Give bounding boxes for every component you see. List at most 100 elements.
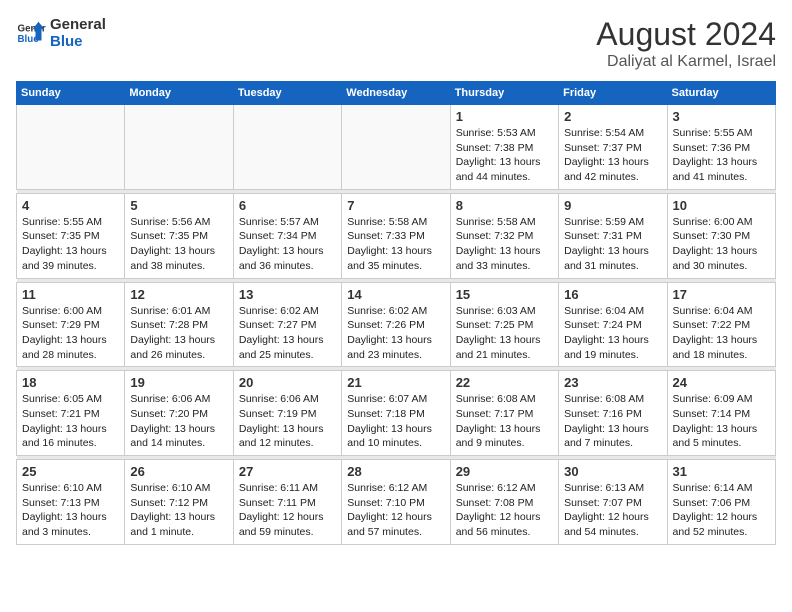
calendar-cell: 31 Sunrise: 6:14 AM Sunset: 7:06 PM Dayli… [667,460,775,545]
calendar-week-3: 11Sunrise: 6:00 AM Sunset: 7:29 PM Dayli… [17,282,776,367]
day-number: 12 [130,287,227,302]
calendar-cell: 23 Sunrise: 6:08 AM Sunset: 7:16 PM Dayli… [559,371,667,456]
calendar-cell: 24Sunrise: 6:09 AM Sunset: 7:14 PM Dayli… [667,371,775,456]
calendar-cell: 19 Sunrise: 6:06 AM Sunset: 7:20 PM Dayli… [125,371,233,456]
day-number: 21 [347,375,444,390]
calendar-cell: 28 Sunrise: 6:12 AM Sunset: 7:10 PM Dayli… [342,460,450,545]
calendar-cell: 26Sunrise: 6:10 AM Sunset: 7:12 PM Dayli… [125,460,233,545]
calendar-cell: 15 Sunrise: 6:03 AM Sunset: 7:25 PM Dayli… [450,282,558,367]
day-header-tuesday: Tuesday [233,82,341,105]
day-number: 20 [239,375,336,390]
day-number: 5 [130,198,227,213]
calendar-cell: 16Sunrise: 6:04 AM Sunset: 7:24 PM Dayli… [559,282,667,367]
calendar-cell: 1Sunrise: 5:53 AM Sunset: 7:38 PM Daylig… [450,105,558,190]
logo: General Blue General Blue [16,16,106,51]
calendar-cell: 27Sunrise: 6:11 AM Sunset: 7:11 PM Dayli… [233,460,341,545]
calendar-cell: 9 Sunrise: 5:59 AM Sunset: 7:31 PM Daylig… [559,193,667,278]
day-number: 30 [564,464,661,479]
cell-content: Sunrise: 5:55 AM Sunset: 7:36 PM Dayligh… [673,126,770,185]
cell-content: Sunrise: 6:12 AM Sunset: 7:10 PM Dayligh… [347,481,444,540]
cell-content: Sunrise: 6:02 AM Sunset: 7:27 PM Dayligh… [239,304,336,363]
cell-content: Sunrise: 5:58 AM Sunset: 7:32 PM Dayligh… [456,215,553,274]
cell-content: Sunrise: 6:05 AM Sunset: 7:21 PM Dayligh… [22,392,119,451]
cell-content: Sunrise: 6:11 AM Sunset: 7:11 PM Dayligh… [239,481,336,540]
calendar-cell: 25 Sunrise: 6:10 AM Sunset: 7:13 PM Dayli… [17,460,125,545]
day-number: 28 [347,464,444,479]
day-header-friday: Friday [559,82,667,105]
calendar-cell: 20 Sunrise: 6:06 AM Sunset: 7:19 PM Dayli… [233,371,341,456]
day-number: 31 [673,464,770,479]
cell-content: Sunrise: 6:08 AM Sunset: 7:16 PM Dayligh… [564,392,661,451]
calendar-cell: 12 Sunrise: 6:01 AM Sunset: 7:28 PM Dayli… [125,282,233,367]
day-number: 16 [564,287,661,302]
cell-content: Sunrise: 6:00 AM Sunset: 7:30 PM Dayligh… [673,215,770,274]
day-number: 18 [22,375,119,390]
calendar-week-1: 1Sunrise: 5:53 AM Sunset: 7:38 PM Daylig… [17,105,776,190]
day-number: 14 [347,287,444,302]
cell-content: Sunrise: 5:57 AM Sunset: 7:34 PM Dayligh… [239,215,336,274]
location: Daliyat al Karmel, Israel [596,53,776,71]
cell-content: Sunrise: 6:13 AM Sunset: 7:07 PM Dayligh… [564,481,661,540]
calendar-cell [125,105,233,190]
calendar-cell: 10 Sunrise: 6:00 AM Sunset: 7:30 PM Dayli… [667,193,775,278]
cell-content: Sunrise: 5:56 AM Sunset: 7:35 PM Dayligh… [130,215,227,274]
day-header-thursday: Thursday [450,82,558,105]
day-number: 6 [239,198,336,213]
calendar-cell: 5 Sunrise: 5:56 AM Sunset: 7:35 PM Daylig… [125,193,233,278]
cell-content: Sunrise: 5:55 AM Sunset: 7:35 PM Dayligh… [22,215,119,274]
cell-content: Sunrise: 5:58 AM Sunset: 7:33 PM Dayligh… [347,215,444,274]
day-number: 7 [347,198,444,213]
cell-content: Sunrise: 6:02 AM Sunset: 7:26 PM Dayligh… [347,304,444,363]
day-number: 29 [456,464,553,479]
day-number: 8 [456,198,553,213]
day-number: 24 [673,375,770,390]
day-number: 19 [130,375,227,390]
logo-line2: Blue [50,33,106,50]
cell-content: Sunrise: 6:12 AM Sunset: 7:08 PM Dayligh… [456,481,553,540]
calendar-header-row: SundayMondayTuesdayWednesdayThursdayFrid… [17,82,776,105]
day-number: 9 [564,198,661,213]
cell-content: Sunrise: 6:06 AM Sunset: 7:20 PM Dayligh… [130,392,227,451]
calendar-cell: 7 Sunrise: 5:58 AM Sunset: 7:33 PM Daylig… [342,193,450,278]
day-number: 22 [456,375,553,390]
cell-content: Sunrise: 6:10 AM Sunset: 7:13 PM Dayligh… [22,481,119,540]
cell-content: Sunrise: 5:59 AM Sunset: 7:31 PM Dayligh… [564,215,661,274]
month-year: August 2024 [596,16,776,53]
calendar-week-4: 18 Sunrise: 6:05 AM Sunset: 7:21 PM Dayli… [17,371,776,456]
calendar-cell: 18 Sunrise: 6:05 AM Sunset: 7:21 PM Dayli… [17,371,125,456]
cell-content: Sunrise: 6:04 AM Sunset: 7:22 PM Dayligh… [673,304,770,363]
calendar-cell: 13 Sunrise: 6:02 AM Sunset: 7:27 PM Dayli… [233,282,341,367]
day-number: 15 [456,287,553,302]
day-number: 1 [456,109,553,124]
day-number: 23 [564,375,661,390]
cell-content: Sunrise: 6:03 AM Sunset: 7:25 PM Dayligh… [456,304,553,363]
cell-content: Sunrise: 6:00 AM Sunset: 7:29 PM Dayligh… [22,304,119,363]
calendar-cell [17,105,125,190]
day-number: 13 [239,287,336,302]
calendar-cell: 4 Sunrise: 5:55 AM Sunset: 7:35 PM Daylig… [17,193,125,278]
day-number: 4 [22,198,119,213]
cell-content: Sunrise: 6:08 AM Sunset: 7:17 PM Dayligh… [456,392,553,451]
cell-content: Sunrise: 6:01 AM Sunset: 7:28 PM Dayligh… [130,304,227,363]
calendar-cell: 6 Sunrise: 5:57 AM Sunset: 7:34 PM Daylig… [233,193,341,278]
calendar-cell: 14 Sunrise: 6:02 AM Sunset: 7:26 PM Dayli… [342,282,450,367]
calendar-table: SundayMondayTuesdayWednesdayThursdayFrid… [16,81,776,545]
page-header: General Blue General Blue August 2024 Da… [16,16,776,71]
day-header-sunday: Sunday [17,82,125,105]
cell-content: Sunrise: 6:14 AM Sunset: 7:06 PM Dayligh… [673,481,770,540]
calendar-week-2: 4 Sunrise: 5:55 AM Sunset: 7:35 PM Daylig… [17,193,776,278]
calendar-cell: 30 Sunrise: 6:13 AM Sunset: 7:07 PM Dayli… [559,460,667,545]
calendar-cell: 29 Sunrise: 6:12 AM Sunset: 7:08 PM Dayli… [450,460,558,545]
calendar-cell: 2Sunrise: 5:54 AM Sunset: 7:37 PM Daylig… [559,105,667,190]
calendar-cell: 3Sunrise: 5:55 AM Sunset: 7:36 PM Daylig… [667,105,775,190]
day-header-wednesday: Wednesday [342,82,450,105]
calendar-week-5: 25 Sunrise: 6:10 AM Sunset: 7:13 PM Dayli… [17,460,776,545]
calendar-cell: 21Sunrise: 6:07 AM Sunset: 7:18 PM Dayli… [342,371,450,456]
day-number: 17 [673,287,770,302]
day-number: 10 [673,198,770,213]
logo-icon: General Blue [16,18,46,48]
cell-content: Sunrise: 6:06 AM Sunset: 7:19 PM Dayligh… [239,392,336,451]
calendar-cell: 11Sunrise: 6:00 AM Sunset: 7:29 PM Dayli… [17,282,125,367]
day-number: 25 [22,464,119,479]
cell-content: Sunrise: 5:54 AM Sunset: 7:37 PM Dayligh… [564,126,661,185]
